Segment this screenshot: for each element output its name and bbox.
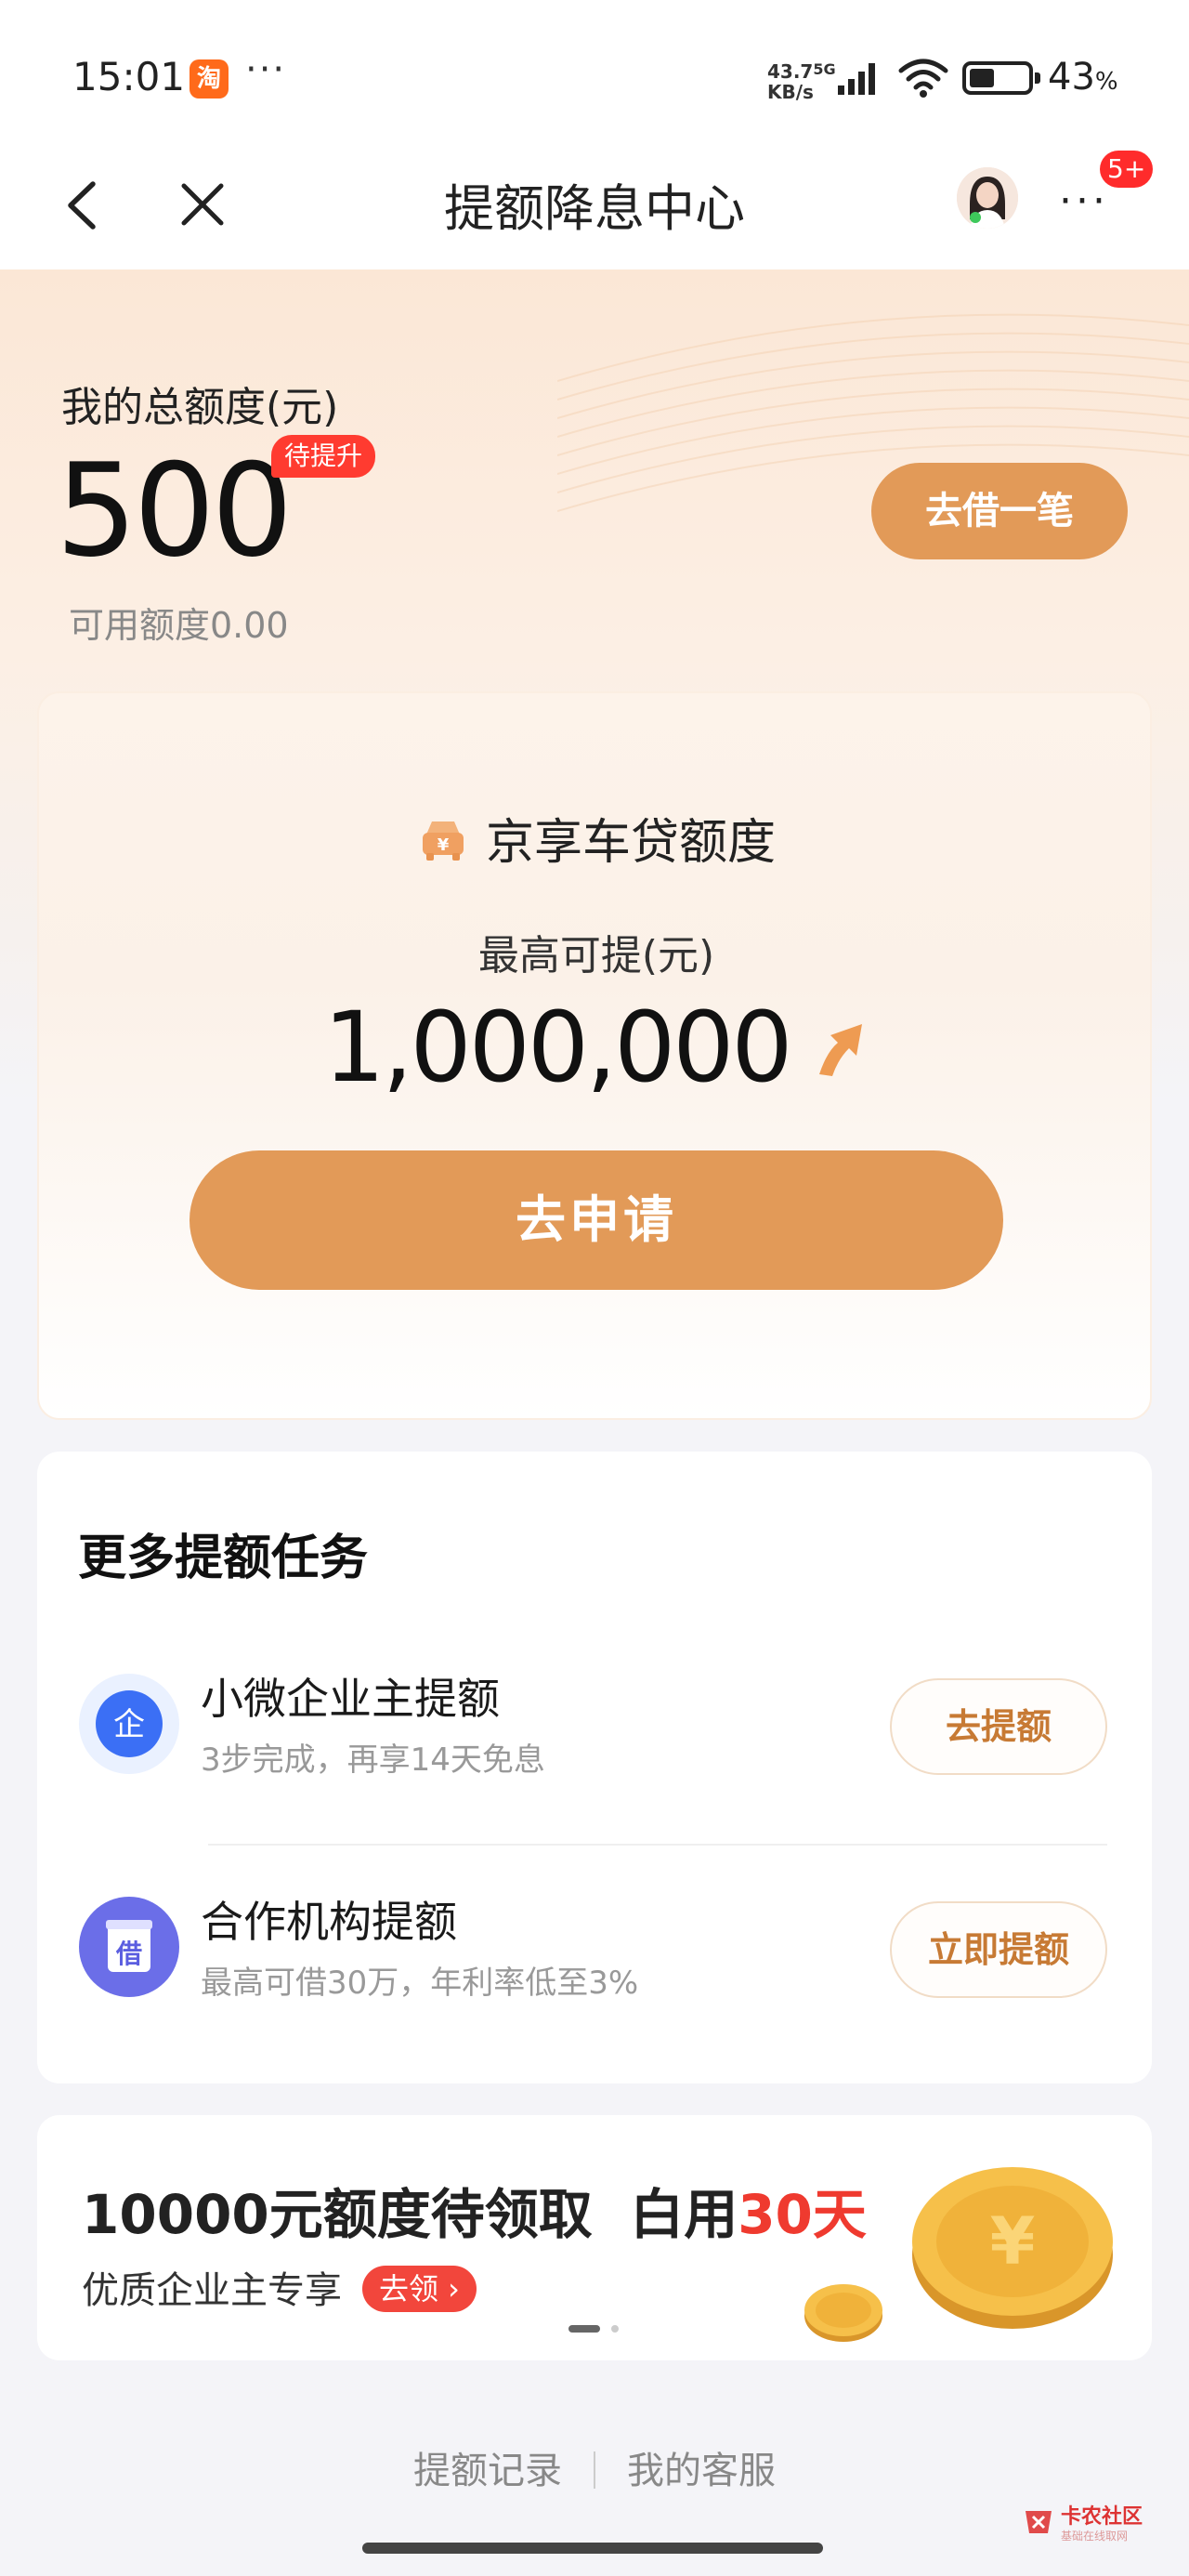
carousel-indicator [568,2325,624,2334]
task-description: 最高可借30万，年利率低至3% [201,1965,639,2002]
message-badge: 5+ [1100,151,1154,188]
promo-subtitle-text: 优质企业主专享 [82,2269,342,2312]
task-name: 小微企业主提额 [201,1674,500,1724]
taobao-notification-icon: 淘 [189,59,229,99]
status-time: 15:01 [72,54,186,99]
claim-button[interactable]: 去领 › [362,2266,477,2312]
promo-subtitle: 优质企业主专享 去领 › [82,2260,477,2314]
network-speed-value: 43.7 [767,60,814,83]
battery-unit: % [1094,68,1118,96]
borrow-icon: 借 [79,1897,179,1997]
promo-title-main: 10000元额度待领取 [82,2183,593,2246]
community-watermark: 卡农社区 基础在线取网 [1022,2500,1180,2556]
watermark-subtitle: 基础在线取网 [1061,2530,1129,2543]
cellular-signal-icon [838,63,875,95]
task-row-small-business: 企 小微企业主提额 3步完成，再享14天免息 去提额 [37,1632,1152,1836]
promo-banner[interactable]: 10000元额度待领取 白用30天 优质企业主专享 去领 › ¥ [37,2115,1152,2360]
car-loan-title: 京享车贷额度 [485,815,776,871]
promo-title: 10000元额度待领取 白用30天 [82,2171,867,2249]
divider [208,1844,1107,1846]
more-tasks-title: 更多提额任务 [78,1531,369,1586]
avatar-image [957,167,1018,229]
borrow-icon-glyph: 借 [115,1939,142,1969]
task-name: 合作机构提额 [201,1897,457,1947]
task-description: 3步完成，再享14天免息 [201,1741,545,1779]
enterprise-icon-glyph: 企 [113,1706,145,1743]
borrow-button[interactable]: 去借一笔 [871,463,1128,559]
raise-limit-button[interactable]: 去提额 [890,1678,1107,1775]
gold-coin-glyph: ¥ [990,2203,1036,2280]
network-type: 5G [813,60,836,78]
battery-icon [962,61,1040,95]
task-row-partner-institution: 借 合作机构提额 最高可借30万，年利率低至3% 立即提额 [37,1855,1152,2059]
footer-separator [594,2451,595,2489]
total-limit-label: 我的总额度(元) [61,384,339,431]
battery-percentage: 43% [1048,56,1118,99]
car-loan-icon: ¥ [422,821,464,861]
network-speed-unit: KB/s [767,81,814,103]
carousel-dot[interactable] [611,2325,619,2333]
watermark-name: 卡农社区 [1061,2505,1143,2529]
customer-service-link[interactable]: 我的客服 [627,2450,776,2492]
decorative-wave-lines [557,313,1189,512]
more-tasks-card: 更多提额任务 企 小微企业主提额 3步完成，再享14天免息 去提额 借 合作机构… [37,1452,1152,2083]
home-indicator[interactable] [362,2543,823,2554]
available-limit: 可用额度0.00 [69,605,289,646]
apply-button[interactable]: 去申请 [189,1150,1003,1290]
battery-level-fill [970,69,994,87]
car-loan-title-row: ¥ 京享车贷额度 [39,803,1154,873]
footer-links: 提额记录 我的客服 [0,2440,1189,2494]
navigation-bar: 提额降息中心 ··· 5+ [0,139,1189,269]
status-bar: 15:01 淘 ··· 43.75G KB/s 43% [0,0,1189,139]
small-gold-coin-icon [804,2284,882,2342]
car-loan-amount-row: 1,000,000 [39,991,1154,1104]
pending-upgrade-badge: 待提升 [271,435,376,478]
carousel-dot-active[interactable] [568,2325,600,2333]
network-speed: 43.75G KB/s [767,59,836,102]
max-withdraw-label: 最高可提(元) [477,932,715,979]
status-more-notifications-icon: ··· [245,48,287,91]
watermark-logo-icon [1026,2511,1052,2533]
total-limit-amount: 500 [56,436,293,585]
wifi-icon [898,59,948,98]
promo-title-free-days-prefix: 白用 [630,2183,738,2246]
enterprise-icon: 企 [79,1674,179,1774]
user-avatar[interactable] [957,167,1018,229]
car-loan-amount: 1,000,000 [323,991,792,1104]
gold-coin-icon: ¥ [912,2167,1113,2329]
promo-title-free-days: 30天 [738,2183,867,2246]
car-loan-card: ¥ 京享车贷额度 最高可提(元) 1,000,000 去申请 [37,691,1152,1420]
trend-up-arrow-icon [818,1024,862,1076]
raise-limit-now-button[interactable]: 立即提额 [890,1901,1107,1998]
limit-history-link[interactable]: 提额记录 [413,2450,562,2492]
car-loan-icon-glyph: ¥ [438,835,450,855]
battery-value: 43 [1048,56,1095,99]
